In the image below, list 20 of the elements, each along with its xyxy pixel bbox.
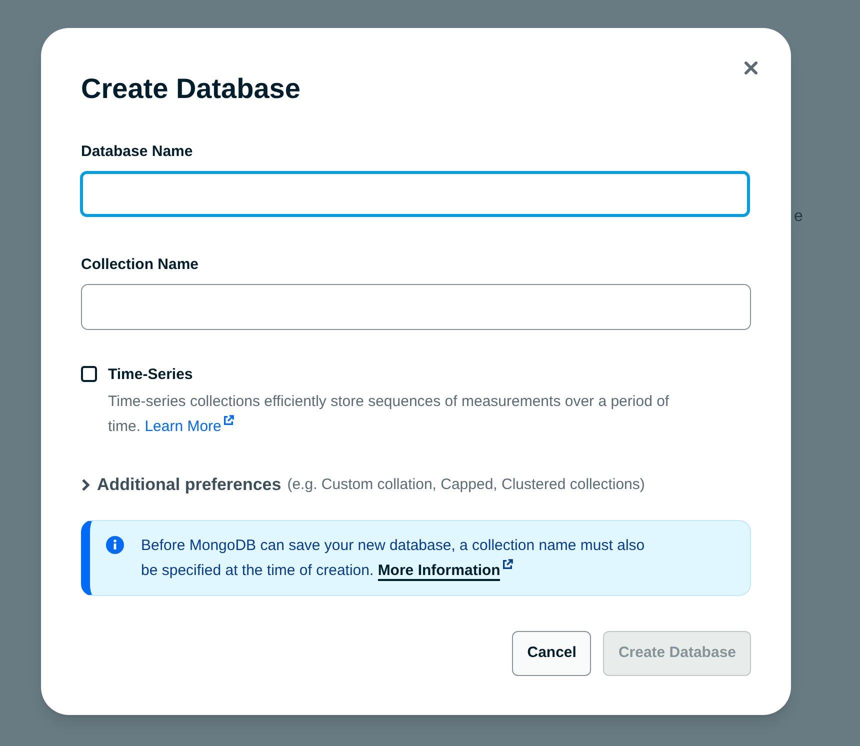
external-link-icon xyxy=(502,558,514,570)
learn-more-link[interactable]: Learn More xyxy=(144,418,234,435)
field-label: Collection Name xyxy=(81,255,199,275)
background-text: e xyxy=(794,207,803,227)
external-link-icon xyxy=(223,415,234,426)
checkbox-label: Time-Series xyxy=(108,365,193,385)
close-button[interactable] xyxy=(743,60,759,76)
close-icon xyxy=(744,61,758,75)
hint-text: (e.g. Custom collation, Capped, Clustered collections) xyxy=(287,474,645,494)
text-field[interactable] xyxy=(81,284,751,330)
info-text: Before MongoDB can save your new database, a collection name must also be specified at the time of creation. More Information xyxy=(141,536,646,582)
dialog-title: Create Database xyxy=(81,72,302,106)
description-text: Time-series collections efficiently store sequences of measurements over a period of time. Learn More xyxy=(108,392,670,437)
checkbox[interactable] xyxy=(81,366,97,382)
field-label: Database Name xyxy=(81,142,193,162)
info-icon xyxy=(106,536,124,554)
more-information-link[interactable]: More Information xyxy=(378,562,500,580)
cancel-button[interactable]: Cancel xyxy=(512,630,592,676)
text-field[interactable] xyxy=(80,171,750,217)
additional-preferences-toggle[interactable]: Additional preferences xyxy=(97,472,282,498)
